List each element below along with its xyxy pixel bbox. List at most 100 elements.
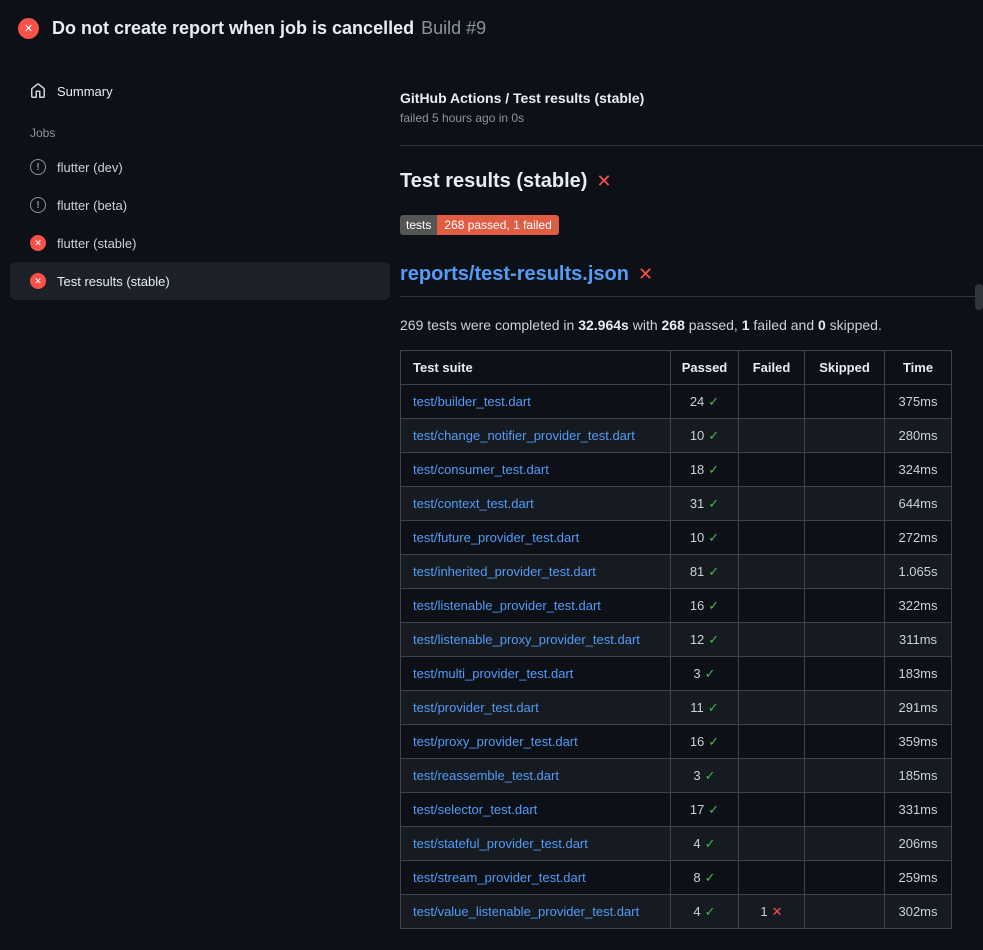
tests-badge: tests 268 passed, 1 failed [400, 215, 559, 235]
test-suite-link[interactable]: test/selector_test.dart [413, 802, 537, 817]
test-suite-link[interactable]: test/listenable_provider_test.dart [413, 598, 601, 613]
table-row: test/provider_test.dart 11✓ 291ms [401, 691, 952, 725]
job-label: flutter (beta) [57, 198, 127, 213]
test-suite-link[interactable]: test/reassemble_test.dart [413, 768, 559, 783]
badge-value: 268 passed, 1 failed [437, 215, 558, 235]
check-icon: ✓ [708, 428, 719, 444]
passed-count: 4 [693, 836, 700, 851]
test-results-table: Test suite Passed Failed Skipped Time te… [400, 350, 952, 929]
time-value: 311ms [885, 623, 952, 657]
time-value: 331ms [885, 793, 952, 827]
sidebar-job-item[interactable]: ✕ Test results (stable) [10, 262, 390, 300]
test-suite-link[interactable]: test/consumer_test.dart [413, 462, 549, 477]
sidebar-summary-label: Summary [57, 84, 113, 99]
test-suite-link[interactable]: test/value_listenable_provider_test.dart [413, 904, 639, 919]
cancelled-icon: ! [30, 197, 46, 213]
jobs-list: ! flutter (dev) ! flutter (beta) ✕ flutt… [0, 148, 400, 300]
summary-text: with [629, 317, 662, 333]
skipped-count [805, 759, 885, 793]
table-row: test/selector_test.dart 17✓ 331ms [401, 793, 952, 827]
summary-text: 269 tests were completed in [400, 317, 578, 333]
report-title-link[interactable]: reports/test-results.json [400, 263, 629, 286]
col-header-failed: Failed [739, 351, 805, 385]
time-value: 644ms [885, 487, 952, 521]
failed-count: 1 [760, 904, 767, 919]
sidebar-job-item[interactable]: ! flutter (dev) [10, 148, 390, 186]
passed-count: 8 [693, 870, 700, 885]
test-suite-link[interactable]: test/provider_test.dart [413, 700, 539, 715]
table-row: test/consumer_test.dart 18✓ 324ms [401, 453, 952, 487]
passed-count: 24 [690, 394, 704, 409]
run-title: Do not create report when job is cancell… [52, 16, 486, 40]
table-row: test/future_provider_test.dart 10✓ 272ms [401, 521, 952, 555]
check-icon: ✓ [705, 768, 716, 784]
time-value: 359ms [885, 725, 952, 759]
skipped-count [805, 827, 885, 861]
failed-icon: ✕ [30, 273, 46, 289]
time-value: 291ms [885, 691, 952, 725]
check-icon: ✓ [708, 496, 719, 512]
passed-count: 81 [690, 564, 704, 579]
run-failed-icon: ✕ [18, 18, 39, 39]
summary-passed-count: 268 [662, 317, 685, 333]
skipped-count [805, 589, 885, 623]
scrollbar-thumb[interactable] [975, 284, 983, 310]
skipped-count [805, 385, 885, 419]
table-row: test/listenable_provider_test.dart 16✓ 3… [401, 589, 952, 623]
time-value: 322ms [885, 589, 952, 623]
table-header-row: Test suite Passed Failed Skipped Time [401, 351, 952, 385]
skipped-count [805, 521, 885, 555]
section-title-text: Test results (stable) [400, 170, 587, 193]
test-suite-link[interactable]: test/builder_test.dart [413, 394, 531, 409]
col-header-passed: Passed [671, 351, 739, 385]
job-label: flutter (dev) [57, 160, 123, 175]
skipped-count [805, 555, 885, 589]
badge-label: tests [400, 215, 437, 235]
failed-icon: ✕ [30, 235, 46, 251]
summary-text: failed and [750, 317, 819, 333]
test-suite-link[interactable]: test/proxy_provider_test.dart [413, 734, 578, 749]
skipped-count [805, 861, 885, 895]
summary-failed-count: 1 [742, 317, 750, 333]
summary-text: passed, [685, 317, 742, 333]
check-icon: ✓ [705, 904, 716, 920]
test-suite-link[interactable]: test/listenable_proxy_provider_test.dart [413, 632, 640, 647]
check-icon: ✓ [708, 734, 719, 750]
test-suite-link[interactable]: test/multi_provider_test.dart [413, 666, 573, 681]
run-header: ✕ Do not create report when job is cance… [0, 0, 983, 54]
passed-count: 4 [693, 904, 700, 919]
summary-duration: 32.964s [578, 317, 629, 333]
check-icon: ✓ [708, 632, 719, 648]
table-row: test/context_test.dart 31✓ 644ms [401, 487, 952, 521]
skipped-count [805, 793, 885, 827]
passed-count: 12 [690, 632, 704, 647]
test-suite-link[interactable]: test/stateful_provider_test.dart [413, 836, 588, 851]
test-suite-link[interactable]: test/stream_provider_test.dart [413, 870, 586, 885]
job-label: Test results (stable) [57, 274, 170, 289]
summary-line: 269 tests were completed in 32.964s with… [400, 317, 951, 333]
sidebar-job-item[interactable]: ✕ flutter (stable) [10, 224, 390, 262]
col-header-test-suite: Test suite [401, 351, 671, 385]
cancelled-icon: ! [30, 159, 46, 175]
test-suite-link[interactable]: test/change_notifier_provider_test.dart [413, 428, 635, 443]
table-row: test/proxy_provider_test.dart 16 ✓ 359ms [401, 725, 952, 759]
divider [400, 145, 983, 146]
table-row: test/listenable_proxy_provider_test.dart… [401, 623, 952, 657]
test-suite-link[interactable]: test/inherited_provider_test.dart [413, 564, 596, 579]
table-row: test/multi_provider_test.dart 3✓ 183ms [401, 657, 952, 691]
test-suite-link[interactable]: test/context_test.dart [413, 496, 534, 511]
time-value: 375ms [885, 385, 952, 419]
skipped-count [805, 691, 885, 725]
passed-count: 16 [690, 734, 704, 749]
test-suite-link[interactable]: test/future_provider_test.dart [413, 530, 579, 545]
run-title-text: Do not create report when job is cancell… [52, 18, 414, 38]
check-icon: ✓ [708, 700, 719, 716]
sidebar-item-summary[interactable]: Summary [0, 76, 400, 106]
skipped-count [805, 725, 885, 759]
sidebar-job-item[interactable]: ! flutter (beta) [10, 186, 390, 224]
skipped-count [805, 419, 885, 453]
time-value: 1.065s [885, 555, 952, 589]
x-icon: ✕ [772, 904, 783, 920]
build-number: Build #9 [421, 18, 486, 38]
passed-count: 10 [690, 428, 704, 443]
